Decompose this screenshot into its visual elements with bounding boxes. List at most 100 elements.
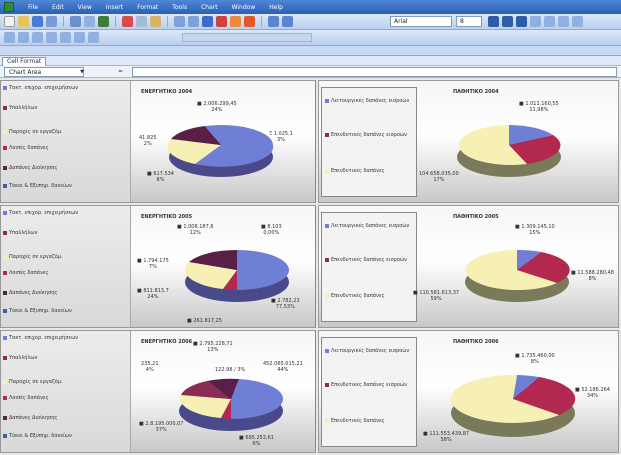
- chart-type-icon[interactable]: [32, 32, 43, 43]
- function-icon: =: [118, 68, 124, 75]
- legend-item: Τακτ. επιχορ. επιχειρήσεων: [3, 335, 129, 341]
- legend-item: Υπαλλήλων: [3, 355, 129, 361]
- legend-item: Παροχές σε εργαζόμ.: [3, 379, 129, 385]
- paste-icon[interactable]: [150, 16, 161, 27]
- chart-panel-path-2005[interactable]: Λειτουργικές δαπάνες εισροών Επενδυτικές…: [318, 205, 619, 328]
- data-label: ■ 11.588.280,48 8%: [571, 270, 614, 282]
- data-label: ■ 2.782,23 77,53%: [271, 298, 300, 310]
- align-center-icon[interactable]: [544, 16, 555, 27]
- data-label: ■ 2.795.228,71 13%: [193, 341, 233, 353]
- toolbar-strip: [0, 46, 621, 56]
- chart-title: ΠΑΘΗΤΙΚΟ 2004: [453, 89, 499, 95]
- font-name-select[interactable]: Arial: [390, 16, 452, 27]
- align-right-icon[interactable]: [558, 16, 569, 27]
- chart-title: ΕΝΕΡΓΗΤΙΚΟ 2004: [141, 89, 193, 95]
- formula-input[interactable]: [132, 67, 617, 77]
- save-icon[interactable]: [32, 16, 43, 27]
- legend-item: Τακτ. επιχορ. επιχειρήσεων: [3, 210, 129, 216]
- legend-item: Δαπάνες Διοίκησης: [3, 290, 129, 296]
- align-left-icon[interactable]: [530, 16, 541, 27]
- chart-panel-energ-2005[interactable]: Τακτ. επιχορ. επιχειρήσεων Υπαλλήλων Παρ…: [0, 205, 316, 328]
- menu-tools[interactable]: Tools: [172, 4, 187, 11]
- legend-item: Λοιπές δαπάνες: [3, 395, 129, 401]
- menu-insert[interactable]: Insert: [106, 4, 123, 11]
- menu-chart[interactable]: Chart: [201, 4, 218, 11]
- print-icon[interactable]: [70, 16, 81, 27]
- tab-cell-format[interactable]: Cell Format: [2, 57, 47, 66]
- chevron-down-icon[interactable]: ▼: [78, 67, 86, 77]
- by-row-icon[interactable]: [74, 32, 85, 43]
- data-label: ■ 811.813,7 24%: [137, 288, 169, 300]
- by-column-icon[interactable]: [88, 32, 99, 43]
- sum-icon[interactable]: [216, 16, 227, 27]
- spelling-icon[interactable]: [98, 16, 109, 27]
- chart-title: ΕΝΕΡΓΗΤΙΚΟ 2005: [141, 214, 193, 220]
- legend-item: Λοιπές δαπάνες: [3, 270, 129, 276]
- help-icon[interactable]: [282, 16, 293, 27]
- toolbar-separator: [261, 16, 262, 27]
- data-table-icon[interactable]: [60, 32, 71, 43]
- legend-swatch: [3, 415, 7, 420]
- legend-swatch: [3, 270, 7, 275]
- undo-icon[interactable]: [174, 16, 185, 27]
- legend-item: Παροχές σε εργαζόμ.: [3, 254, 129, 260]
- legend-item: Υπαλλήλων: [3, 105, 129, 111]
- standard-toolbar: Arial 8: [0, 14, 621, 30]
- chart-panel-energ-2006[interactable]: Τακτ. επιχορ. επιχειρήσεων Υπαλλήλων Παρ…: [0, 330, 316, 453]
- chart-object-icon[interactable]: [4, 32, 15, 43]
- data-label: ■ 617.534 8%: [147, 171, 174, 183]
- chart-panel-path-2006[interactable]: Λειτουργικές δαπάνες εισροών Επενδυτικές…: [318, 330, 619, 453]
- legend-item: Επενδυτικές δαπάνες εισροών: [325, 382, 415, 388]
- format-object-icon[interactable]: [18, 32, 29, 43]
- cut-icon[interactable]: [122, 16, 133, 27]
- chart-grid: Τακτ. επιχορ. επιχειρήσεων Υπαλλήλων Παρ…: [0, 78, 621, 455]
- menu-help[interactable]: Help: [269, 4, 283, 11]
- legend: Λειτουργικές δαπάνες εισροών Επενδυτικές…: [321, 337, 417, 447]
- chart-panel-path-2004[interactable]: Λειτουργικές δαπάνες εισροών Επενδυτικές…: [318, 80, 619, 203]
- permission-icon[interactable]: [46, 16, 57, 27]
- legend-swatch: [3, 308, 7, 313]
- legend: Τακτ. επιχορ. επιχειρήσεων Υπαλλήλων Παρ…: [1, 81, 131, 202]
- copy-icon[interactable]: [136, 16, 147, 27]
- new-icon[interactable]: [4, 16, 15, 27]
- chart-panel-energ-2004[interactable]: Τακτ. επιχορ. επιχειρήσεων Υπαλλήλων Παρ…: [0, 80, 316, 203]
- name-box[interactable]: Chart Area: [4, 67, 84, 77]
- legend-swatch: [325, 168, 329, 173]
- legend-item: Λειτουργικές δαπάνες εισροών: [325, 348, 415, 354]
- menu-edit[interactable]: Edit: [52, 4, 64, 11]
- legend-item: Τακτ. επιχορ. επιχειρήσεων: [3, 85, 129, 91]
- font-size-select[interactable]: 8: [456, 16, 482, 27]
- drawing-icon[interactable]: [244, 16, 255, 27]
- redo-icon[interactable]: [188, 16, 199, 27]
- legend-item: Δαπάνες Διοίκησης: [3, 415, 129, 421]
- legend-item: Επενδυτικές δαπάνες: [325, 418, 415, 424]
- menu-file[interactable]: File: [28, 4, 38, 11]
- data-label: ■ 2.006.299,45 24%: [197, 101, 237, 113]
- legend-icon[interactable]: [46, 32, 57, 43]
- chart-toolbar: [0, 30, 621, 46]
- chart-wizard-icon[interactable]: [230, 16, 241, 27]
- data-label: ■ 1.735.460,00 8%: [515, 353, 555, 365]
- menu-format[interactable]: Format: [137, 4, 158, 11]
- menu-view[interactable]: View: [78, 4, 92, 11]
- underline-icon[interactable]: [516, 16, 527, 27]
- pie-chart: [465, 249, 570, 302]
- legend-item: Επενδυτικές δαπάνες: [325, 293, 415, 299]
- legend-swatch: [3, 230, 7, 235]
- italic-icon[interactable]: [502, 16, 513, 27]
- legend-item: Τόκοι & Εξυπηρ. δανείων: [3, 433, 129, 439]
- data-label: Ξ 1.025.1 3%: [269, 131, 293, 143]
- menu-window[interactable]: Window: [232, 4, 256, 11]
- preview-icon[interactable]: [84, 16, 95, 27]
- legend-swatch: [325, 348, 329, 353]
- legend-item: Υπαλλήλων: [3, 230, 129, 236]
- hyperlink-icon[interactable]: [202, 16, 213, 27]
- data-label: ■ 695.253,61 6%: [239, 435, 274, 447]
- legend-swatch: [325, 132, 329, 137]
- toolbar-dropdown[interactable]: [182, 33, 312, 42]
- merge-icon[interactable]: [572, 16, 583, 27]
- zoom-icon[interactable]: [268, 16, 279, 27]
- legend-swatch: [3, 165, 7, 170]
- bold-icon[interactable]: [488, 16, 499, 27]
- open-icon[interactable]: [18, 16, 29, 27]
